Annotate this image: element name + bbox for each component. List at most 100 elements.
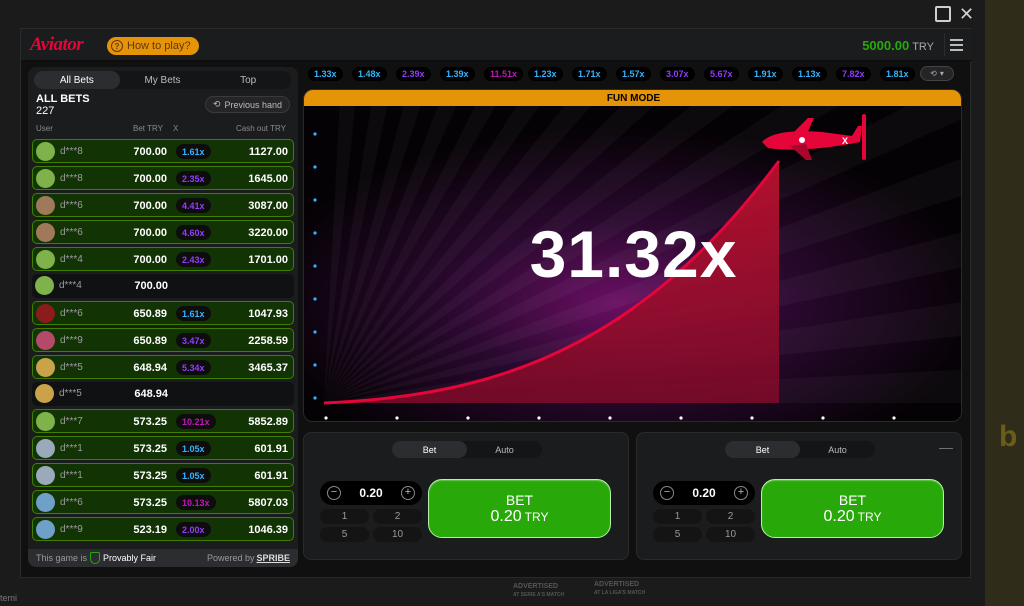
bet-cashout: 601.91 bbox=[254, 443, 288, 455]
history-multiplier[interactable]: 1.57x bbox=[616, 67, 651, 81]
bet-row: d***4 700.00 2.43x 1701.00 bbox=[32, 247, 294, 271]
bet-row: d***6 573.25 10.13x 5807.03 bbox=[32, 490, 294, 514]
tab-auto[interactable]: Auto bbox=[467, 441, 542, 458]
bet-row: d***8 700.00 2.35x 1645.00 bbox=[32, 166, 294, 190]
tab-my-bets[interactable]: My Bets bbox=[120, 71, 206, 89]
bet-user: d***9 bbox=[60, 524, 83, 535]
quick-amount-5[interactable]: 5 bbox=[320, 527, 369, 542]
bet-multiplier: 10.13x bbox=[176, 495, 216, 510]
bet-panel-1: Bet Auto − 0.20 + 1 2 5 10 BET 0.20 TRY bbox=[303, 432, 629, 560]
history-multiplier[interactable]: 1.91x bbox=[748, 67, 783, 81]
bet-multiplier: 2.00x bbox=[176, 522, 211, 537]
avatar bbox=[35, 384, 54, 403]
history-multiplier[interactable]: 1.81x bbox=[880, 67, 915, 81]
bets-tabs: All Bets My Bets Top bbox=[34, 71, 291, 89]
bet-button[interactable]: BET 0.20 TRY bbox=[761, 479, 944, 538]
history-multiplier[interactable]: 1.13x bbox=[792, 67, 827, 81]
history-multiplier[interactable]: 7.82x bbox=[836, 67, 871, 81]
bet-button-amount: 0.20 bbox=[490, 507, 522, 525]
balance-value: 5000.00 bbox=[862, 38, 910, 53]
bet-button[interactable]: BET 0.20 TRY bbox=[428, 479, 611, 538]
quick-amount-5[interactable]: 5 bbox=[653, 527, 702, 542]
close-icon[interactable]: ✕ bbox=[959, 4, 974, 25]
history-multiplier[interactable]: 1.23x bbox=[528, 67, 563, 81]
plus-icon[interactable]: + bbox=[401, 486, 415, 500]
quick-amount-1[interactable]: 1 bbox=[320, 509, 369, 524]
quick-amount-10[interactable]: 10 bbox=[706, 527, 755, 542]
history-multiplier[interactable]: 1.33x bbox=[308, 67, 343, 81]
quick-amount-1[interactable]: 1 bbox=[653, 509, 702, 524]
bet-button-label: BET bbox=[838, 491, 867, 508]
how-to-play-button[interactable]: ? How to play? bbox=[107, 37, 199, 55]
y-axis-dot bbox=[313, 363, 317, 367]
game-canvas: FUN MODE X 31.32x bbox=[303, 89, 962, 422]
bet-cashout: 1701.00 bbox=[248, 254, 288, 266]
quick-amount-2[interactable]: 2 bbox=[706, 509, 755, 524]
quick-amounts-row-1: 1 2 bbox=[320, 509, 422, 524]
external-link-icon[interactable] bbox=[935, 6, 951, 22]
advert-2-line-2: AT LA LIGA'S MATCH bbox=[594, 590, 646, 596]
bet-user: d***7 bbox=[60, 416, 83, 427]
bet-button-label: BET bbox=[505, 491, 534, 508]
bet-button-amount: 0.20 bbox=[823, 507, 855, 525]
y-axis-dot bbox=[313, 330, 317, 334]
history-multiplier[interactable]: 2.39x bbox=[396, 67, 431, 81]
menu-icon[interactable] bbox=[944, 34, 968, 56]
bet-amount: 650.89 bbox=[133, 308, 167, 320]
tab-auto[interactable]: Auto bbox=[800, 441, 875, 458]
history-multiplier[interactable]: 11.51x bbox=[484, 67, 524, 81]
history-toggle-button[interactable]: ⟲ ▾ bbox=[920, 66, 954, 81]
bet-multiplier: 2.43x bbox=[176, 252, 211, 267]
history-multiplier[interactable]: 3.07x bbox=[660, 67, 695, 81]
history-multiplier[interactable]: 1.48x bbox=[352, 67, 387, 81]
plus-icon[interactable]: + bbox=[734, 486, 748, 500]
advert-1-line-1: ADVERTISED bbox=[513, 583, 559, 590]
all-bets-title: ALL BETS bbox=[36, 93, 90, 105]
tab-all-bets[interactable]: All Bets bbox=[34, 71, 120, 89]
bet-amount: 700.00 bbox=[133, 254, 167, 266]
tab-bet[interactable]: Bet bbox=[392, 441, 467, 458]
bet-cashout: 5852.89 bbox=[248, 416, 288, 428]
bet-multiplier: 10.21x bbox=[176, 414, 216, 429]
bet-cashout: 1046.39 bbox=[248, 524, 288, 536]
bet-amount-stepper[interactable]: − 0.20 + bbox=[653, 481, 755, 505]
history-multiplier[interactable]: 5.67x bbox=[704, 67, 739, 81]
history-multiplier[interactable]: 1.71x bbox=[572, 67, 607, 81]
bet-user: d***5 bbox=[59, 388, 82, 399]
quick-amount-10[interactable]: 10 bbox=[373, 527, 422, 542]
bet-user: d***8 bbox=[60, 146, 83, 157]
bet-amount-stepper[interactable]: − 0.20 + bbox=[320, 481, 422, 505]
bet-multiplier: 2.35x bbox=[176, 171, 211, 186]
bet-row: d***9 650.89 3.47x 2258.59 bbox=[32, 328, 294, 352]
avatar bbox=[36, 466, 55, 485]
remove-panel-button[interactable]: — bbox=[939, 439, 953, 455]
tab-bet[interactable]: Bet bbox=[725, 441, 800, 458]
bet-panel-2: Bet Auto — − 0.20 + 1 2 5 10 BET 0.20 TRY bbox=[636, 432, 962, 560]
bet-cashout: 3087.00 bbox=[248, 200, 288, 212]
avatar bbox=[36, 331, 55, 350]
header-bar: Aviator ? How to play? 5000.00 TRY bbox=[21, 29, 972, 61]
how-to-play-label: How to play? bbox=[127, 40, 191, 52]
col-cashout: Cash out TRY bbox=[236, 124, 286, 133]
bet-row: d***8 700.00 1.61x 1127.00 bbox=[32, 139, 294, 163]
bet-user: d***5 bbox=[60, 362, 83, 373]
history-icon: ⟲ bbox=[930, 69, 937, 78]
bet-user: d***4 bbox=[60, 254, 83, 265]
history-multiplier[interactable]: 1.39x bbox=[440, 67, 475, 81]
bet-button-amount-line: 0.20 TRY bbox=[491, 508, 549, 526]
bet-row: d***6 700.00 4.60x 3220.00 bbox=[32, 220, 294, 244]
tab-top[interactable]: Top bbox=[205, 71, 291, 89]
quick-amounts-row-2: 5 10 bbox=[320, 527, 422, 542]
y-axis-dot bbox=[313, 198, 317, 202]
spribe-logo: SPRIBE bbox=[256, 553, 290, 563]
x-axis-dot bbox=[395, 416, 399, 420]
background-page-edge: b bbox=[985, 0, 1024, 606]
bet-multiplier: 4.41x bbox=[176, 198, 211, 213]
avatar bbox=[36, 223, 55, 242]
col-x: X bbox=[173, 124, 179, 133]
flight-stage: X 31.32x bbox=[304, 106, 961, 421]
x-axis-dot bbox=[608, 416, 612, 420]
quick-amount-2[interactable]: 2 bbox=[373, 509, 422, 524]
previous-hand-button[interactable]: ⟲ Previous hand bbox=[204, 96, 290, 113]
bet-amount: 650.89 bbox=[133, 335, 167, 347]
